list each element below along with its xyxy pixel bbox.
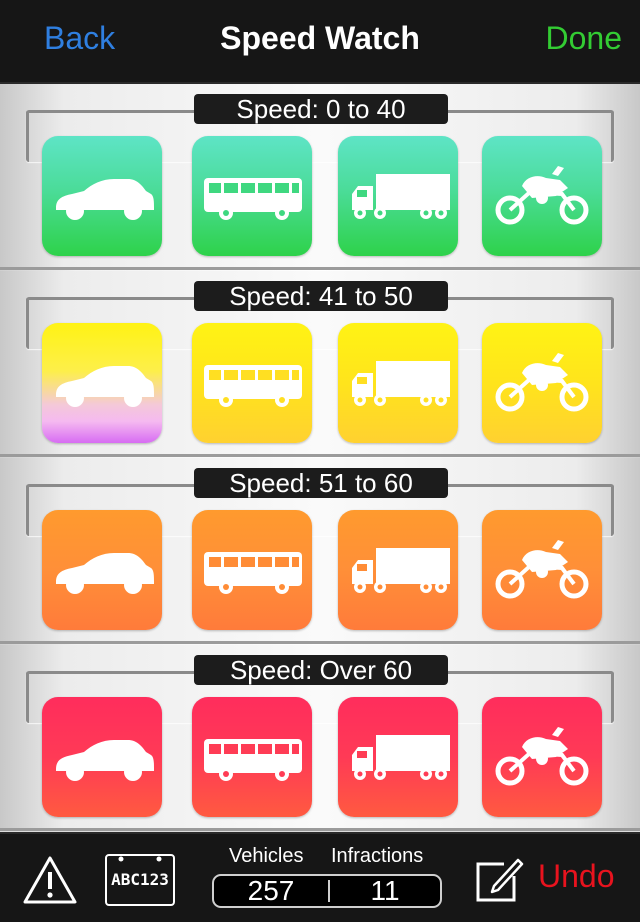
done-button[interactable]: Done (546, 20, 623, 57)
car-icon (55, 178, 155, 220)
car-button-0-40[interactable] (42, 136, 162, 256)
bottom-toolbar: ABC123 Vehicles Infractions 257 11 Undo (0, 832, 640, 922)
car-icon (55, 552, 155, 594)
motorcycle-icon (482, 510, 602, 630)
speed-range-label: Speed: 0 to 40 (194, 94, 448, 124)
infractions-label: Infractions (331, 845, 424, 867)
bus-button-0-40[interactable] (192, 136, 312, 256)
speed-section-51-60: Speed: 51 to 60 (0, 458, 640, 644)
speed-section-0-40: Speed: 0 to 40 (0, 84, 640, 270)
motorcycle-button-0-40[interactable] (482, 136, 602, 256)
bus-icon (204, 739, 302, 781)
truck-button-51-60[interactable] (338, 510, 458, 630)
speed-range-label: Speed: 51 to 60 (194, 468, 448, 498)
license-plate-button[interactable]: ABC123 (105, 854, 175, 906)
truck-button-0-40[interactable] (338, 136, 458, 256)
motorcycle-icon (482, 136, 602, 256)
infractions-count: 11 (370, 875, 400, 906)
vehicles-count: 257 (247, 875, 295, 906)
truck-icon (352, 548, 450, 593)
truck-icon (352, 174, 450, 219)
bus-button-51-60[interactable] (192, 510, 312, 630)
bus-button-over-60[interactable] (192, 697, 312, 817)
truck-button-over-60[interactable] (338, 697, 458, 817)
truck-button-41-50[interactable] (338, 323, 458, 443)
motorcycle-icon (482, 323, 602, 443)
back-button[interactable]: Back (44, 20, 115, 57)
bus-icon (204, 552, 302, 594)
speed-section-over-60: Speed: Over 60 (0, 645, 640, 831)
vehicles-label: Vehicles (229, 845, 304, 867)
bus-icon (204, 178, 302, 220)
navigation-bar: Back Speed Watch Done (0, 0, 640, 84)
car-button-over-60[interactable] (42, 697, 162, 817)
warning-icon[interactable] (22, 854, 78, 906)
speed-range-label: Speed: Over 60 (194, 655, 448, 685)
plate-text: ABC123 (111, 870, 169, 889)
bus-button-41-50[interactable] (192, 323, 312, 443)
plate-bolts-icon (118, 856, 162, 862)
motorcycle-button-41-50[interactable] (482, 323, 602, 443)
speed-section-41-50: Speed: 41 to 50 (0, 271, 640, 457)
motorcycle-button-51-60[interactable] (482, 510, 602, 630)
speed-sections: Speed: 0 to 40 Speed: 41 to 50 Speed: 51… (0, 84, 640, 831)
car-button-41-50[interactable] (42, 323, 162, 443)
counter-display: 257 11 (212, 874, 442, 908)
undo-button[interactable]: Undo (538, 858, 615, 895)
car-icon (55, 739, 155, 781)
car-button-51-60[interactable] (42, 510, 162, 630)
edit-icon[interactable] (474, 854, 524, 904)
motorcycle-icon (482, 697, 602, 817)
truck-icon (352, 735, 450, 780)
bus-icon (204, 365, 302, 407)
motorcycle-button-over-60[interactable] (482, 697, 602, 817)
speed-range-label: Speed: 41 to 50 (194, 281, 448, 311)
car-icon (55, 365, 155, 407)
truck-icon (352, 361, 450, 406)
